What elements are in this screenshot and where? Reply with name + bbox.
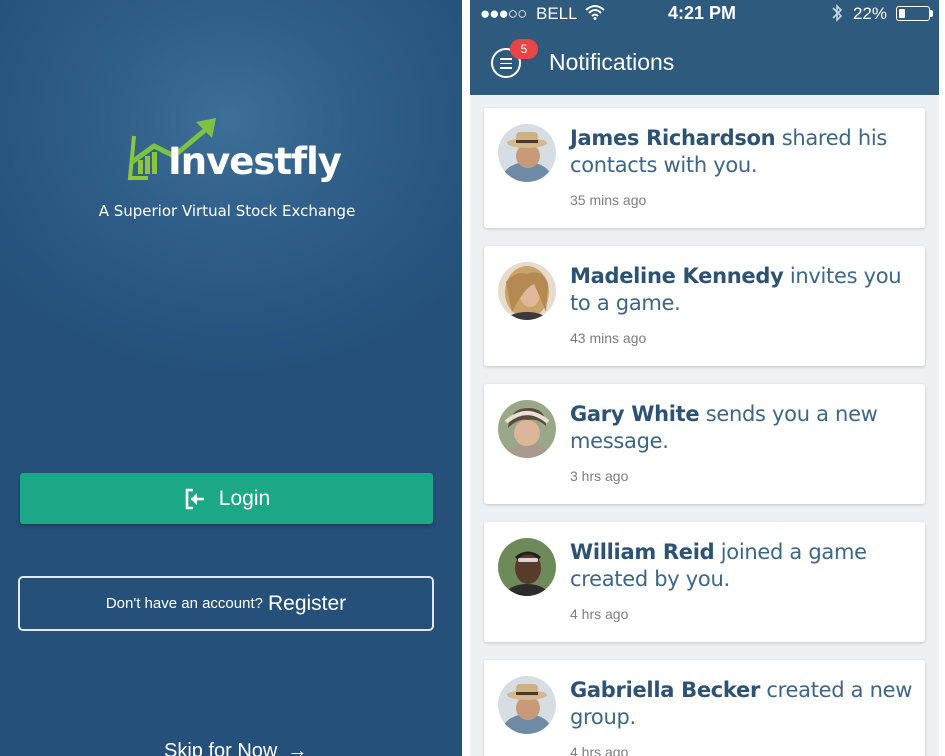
avatar [498,400,556,458]
login-screen: Investfly A Superior Virtual Stock Excha… [0,0,462,756]
page-title: Notifications [549,49,675,75]
notification-time: 3 hrs ago [570,468,629,484]
notification-card[interactable]: James Richardson shared his contacts wit… [484,108,925,228]
login-button[interactable]: Login [20,473,433,524]
notification-message: James Richardson shared his contacts wit… [570,125,915,179]
skip-label: Skip for Now [164,740,278,756]
hamburger-icon [500,58,512,60]
notification-time: 4 hrs ago [570,744,629,756]
avatar [498,262,556,320]
notification-time: 43 mins ago [570,330,647,346]
battery-percent: 22% [853,4,888,23]
battery-tip [930,10,933,17]
notification-message: Madeline Kennedy invites you to a game. [570,263,915,317]
sender-name: William Reid [570,540,715,564]
status-time: 4:21 PM [668,3,737,23]
investfly-logo: Investfly [126,116,342,188]
wifi-icon [585,5,605,20]
notification-message: Gary White sends you a new message. [570,401,915,455]
notification-card[interactable]: Madeline Kennedy invites you to a game. … [484,246,925,366]
notification-message: William Reid joined a game created by yo… [570,539,915,593]
battery-icon [896,6,930,21]
notification-time: 35 mins ago [570,192,647,208]
notification-card[interactable]: Gabriella Becker created a new group. 4 … [484,660,925,756]
hamburger-icon-bar [500,67,512,69]
sender-name: Madeline Kennedy [570,264,784,288]
avatar [498,676,556,734]
status-bar: ●●●○○ BELL 4:21 PM 22% [470,0,939,28]
avatar [498,538,556,596]
notification-message: Gabriella Becker created a new group. [570,677,915,731]
notification-card[interactable]: William Reid joined a game created by yo… [484,522,925,642]
brand-name: Investfly [168,140,342,183]
sign-in-icon [185,488,204,509]
bluetooth-icon [832,4,843,22]
notification-card[interactable]: Gary White sends you a new message. 3 hr… [484,384,925,504]
sender-name: Gabriella Becker [570,678,761,702]
notification-time: 4 hrs ago [570,606,629,622]
sender-name: Gary White [570,402,700,426]
signal-strength-icon: ●●●○○ [480,4,527,23]
app-header: ●●●○○ BELL 4:21 PM 22% 5 Notifications [470,0,939,95]
register-prompt: Don't have an account? [105,595,263,612]
avatar [498,124,556,182]
arrow-right-icon: → [287,740,308,756]
login-label: Login [218,486,271,510]
sender-name: James Richardson [570,126,776,150]
battery-level [898,8,905,18]
notification-badge: 5 [510,39,538,59]
hamburger-icon-bar [500,62,512,65]
tagline: A Superior Virtual Stock Exchange [98,202,356,220]
register-label: Register [267,591,347,615]
carrier-name: BELL [536,4,578,23]
register-button[interactable]: Don't have an account? Register [18,576,434,631]
skip-link[interactable]: Skip for Now → [164,740,307,756]
notifications-screen: ●●●○○ BELL 4:21 PM 22% 5 Notifications J… [470,0,939,756]
